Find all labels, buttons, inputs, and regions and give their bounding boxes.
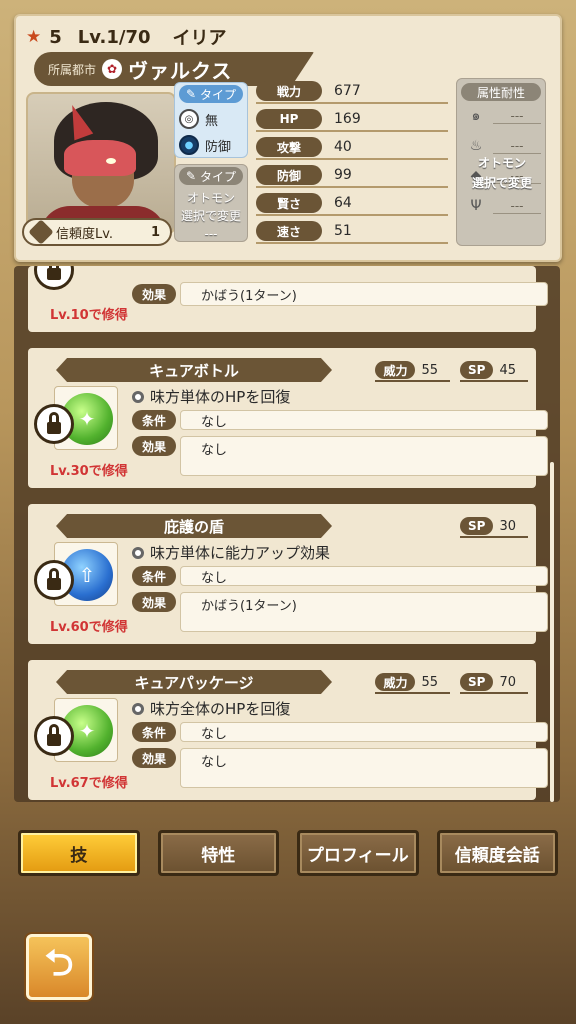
- skill-card[interactable]: キュアボトル 威力 55 SP 45 ✦ 味方単体のHPを回復 条件 なし 効果 な…: [28, 348, 548, 488]
- wind-icon: ๑: [471, 108, 481, 124]
- rarity-value: 5: [49, 26, 62, 48]
- type-box: ✎ タイプ ◎ 無 ● 防御: [174, 82, 248, 158]
- skill-name: キュアパッケージ: [56, 670, 332, 694]
- skill-condition-row: 条件 なし: [132, 566, 548, 586]
- sp-badge: SP 45: [460, 360, 528, 382]
- bullet-icon: [132, 702, 144, 715]
- stat-row: 戦力 677: [256, 80, 448, 104]
- tab-skills[interactable]: 技: [18, 830, 140, 876]
- neutral-icon: ◎: [179, 109, 199, 129]
- skill-unlock-level: Lv.10で修得: [50, 308, 128, 323]
- otomon-type-box: ✎ タイプ オトモン 選択で変更 ---: [174, 164, 248, 242]
- skill-card[interactable]: 庇護の盾 SP 30 ⇧ 味方単体に能力アップ効果 条件 なし 効果 かばう(1タ…: [28, 504, 548, 644]
- skill-card-partial[interactable]: 効果 かばう(1ターン) Lv.10で修得: [28, 266, 548, 332]
- lightning-icon: Ψ: [470, 198, 482, 214]
- type-tag: ✎ タイプ: [179, 85, 243, 103]
- skill-name: 庇護の盾: [56, 514, 332, 538]
- sp-badge: SP 30: [460, 516, 528, 538]
- trust-level-pill: 信頼度Lv. 1: [22, 218, 172, 246]
- lock-icon: [34, 716, 74, 756]
- tab-bar: 技 特性 プロフィール 信頼度会話: [18, 830, 558, 880]
- character-name: イリア: [172, 28, 227, 49]
- stat-row: 防御 99: [256, 164, 448, 188]
- resistance-column: 属性耐性 ๑ --- ♨ --- ◆ --- Ψ --- オトモン 選択で変更: [456, 78, 546, 246]
- skill-unlock-level: Lv.67で修得: [50, 776, 128, 791]
- city-label: 所属都市: [48, 62, 97, 77]
- bullet-icon: [132, 546, 144, 559]
- type-column: ✎ タイプ ◎ 無 ● 防御 ✎ タイプ オトモン 選択で変更 ---: [174, 82, 248, 242]
- character-portrait: [26, 92, 176, 234]
- resistance-title: 属性耐性: [461, 83, 541, 101]
- tab-traits[interactable]: 特性: [157, 830, 279, 876]
- level-text: Lv.1/70: [77, 26, 151, 48]
- lock-icon: [34, 560, 74, 600]
- type-tag-icon: ✎: [185, 87, 197, 101]
- resistance-row: ๑ ---: [461, 101, 541, 131]
- tab-trust-talk[interactable]: 信頼度会話: [436, 830, 558, 876]
- back-button[interactable]: ⮌: [26, 934, 92, 1000]
- rarity-star-icon: ★: [26, 27, 42, 47]
- trust-icon: [28, 219, 54, 245]
- defense-icon: ●: [179, 135, 199, 155]
- skill-effect-row: 効果 かばう(1ターン): [132, 282, 548, 306]
- otomon-type-tag: ✎ タイプ: [179, 167, 243, 185]
- skill-condition-row: 条件 なし: [132, 410, 548, 430]
- type-item-neutral: ◎ 無: [179, 109, 243, 129]
- lock-icon: [34, 266, 74, 290]
- skill-condition-row: 条件 なし: [132, 722, 548, 742]
- character-header: ★ 5 Lv.1/70 イリア: [26, 24, 227, 50]
- skill-unlock-level: Lv.60で修得: [50, 620, 128, 635]
- tab-profile[interactable]: プロフィール: [297, 830, 419, 876]
- skill-effect-row: 効果 なし: [132, 436, 548, 476]
- scrollbar[interactable]: [550, 462, 554, 802]
- skill-name: キュアボトル: [56, 358, 332, 382]
- skill-description: 味方単体のHPを回復: [132, 386, 290, 407]
- stat-row: 賢さ 64: [256, 192, 448, 216]
- stats-list: 戦力 677 HP 169 攻撃 40 防御 99 賢さ 64 速さ 51: [256, 80, 448, 250]
- skill-description: 味方全体のHPを回復: [132, 698, 290, 719]
- otomon-type-note: オトモン 選択で変更 ---: [180, 191, 241, 241]
- bullet-icon: [132, 390, 144, 403]
- skill-badges: 威力 55 SP 45: [375, 360, 528, 382]
- lock-icon: [34, 404, 74, 444]
- skill-effect-row: 効果 かばう(1ターン): [132, 592, 548, 632]
- power-badge: 威力 55: [375, 672, 451, 694]
- skill-badges: 威力 55 SP 70: [375, 672, 528, 694]
- city-name: ヴァルクス: [128, 58, 233, 83]
- stat-row: 攻撃 40: [256, 136, 448, 160]
- stat-row: 速さ 51: [256, 220, 448, 244]
- city-emblem-icon: ✿: [102, 59, 123, 79]
- skill-unlock-level: Lv.30で修得: [50, 464, 128, 479]
- skill-card[interactable]: キュアパッケージ 威力 55 SP 70 ✦ 味方全体のHPを回復 条件 なし 効果…: [28, 660, 548, 800]
- type-tag-icon: ✎: [185, 169, 197, 183]
- resistance-note: オトモン 選択で変更: [471, 156, 532, 190]
- sp-badge: SP 70: [460, 672, 528, 694]
- power-badge: 威力 55: [375, 360, 451, 382]
- back-arrow-icon: ⮌: [44, 942, 74, 984]
- skill-badges: SP 30: [460, 516, 528, 538]
- type-item-defense: ● 防御: [179, 135, 243, 155]
- skill-description: 味方単体に能力アップ効果: [132, 542, 330, 563]
- trust-label: 信頼度Lv.: [56, 226, 114, 242]
- skills-list[interactable]: 効果 かばう(1ターン) Lv.10で修得 キュアボトル 威力 55 SP 45 ✦…: [14, 266, 560, 802]
- character-panel: ★ 5 Lv.1/70 イリア 所属都市 ✿ ヴァルクス 信頼度Lv. 1 ✎ タ…: [14, 14, 562, 262]
- trust-value: 1: [150, 224, 160, 240]
- skill-effect-row: 効果 なし: [132, 748, 548, 788]
- stat-row: HP 169: [256, 108, 448, 132]
- resistance-row: Ψ ---: [461, 191, 541, 221]
